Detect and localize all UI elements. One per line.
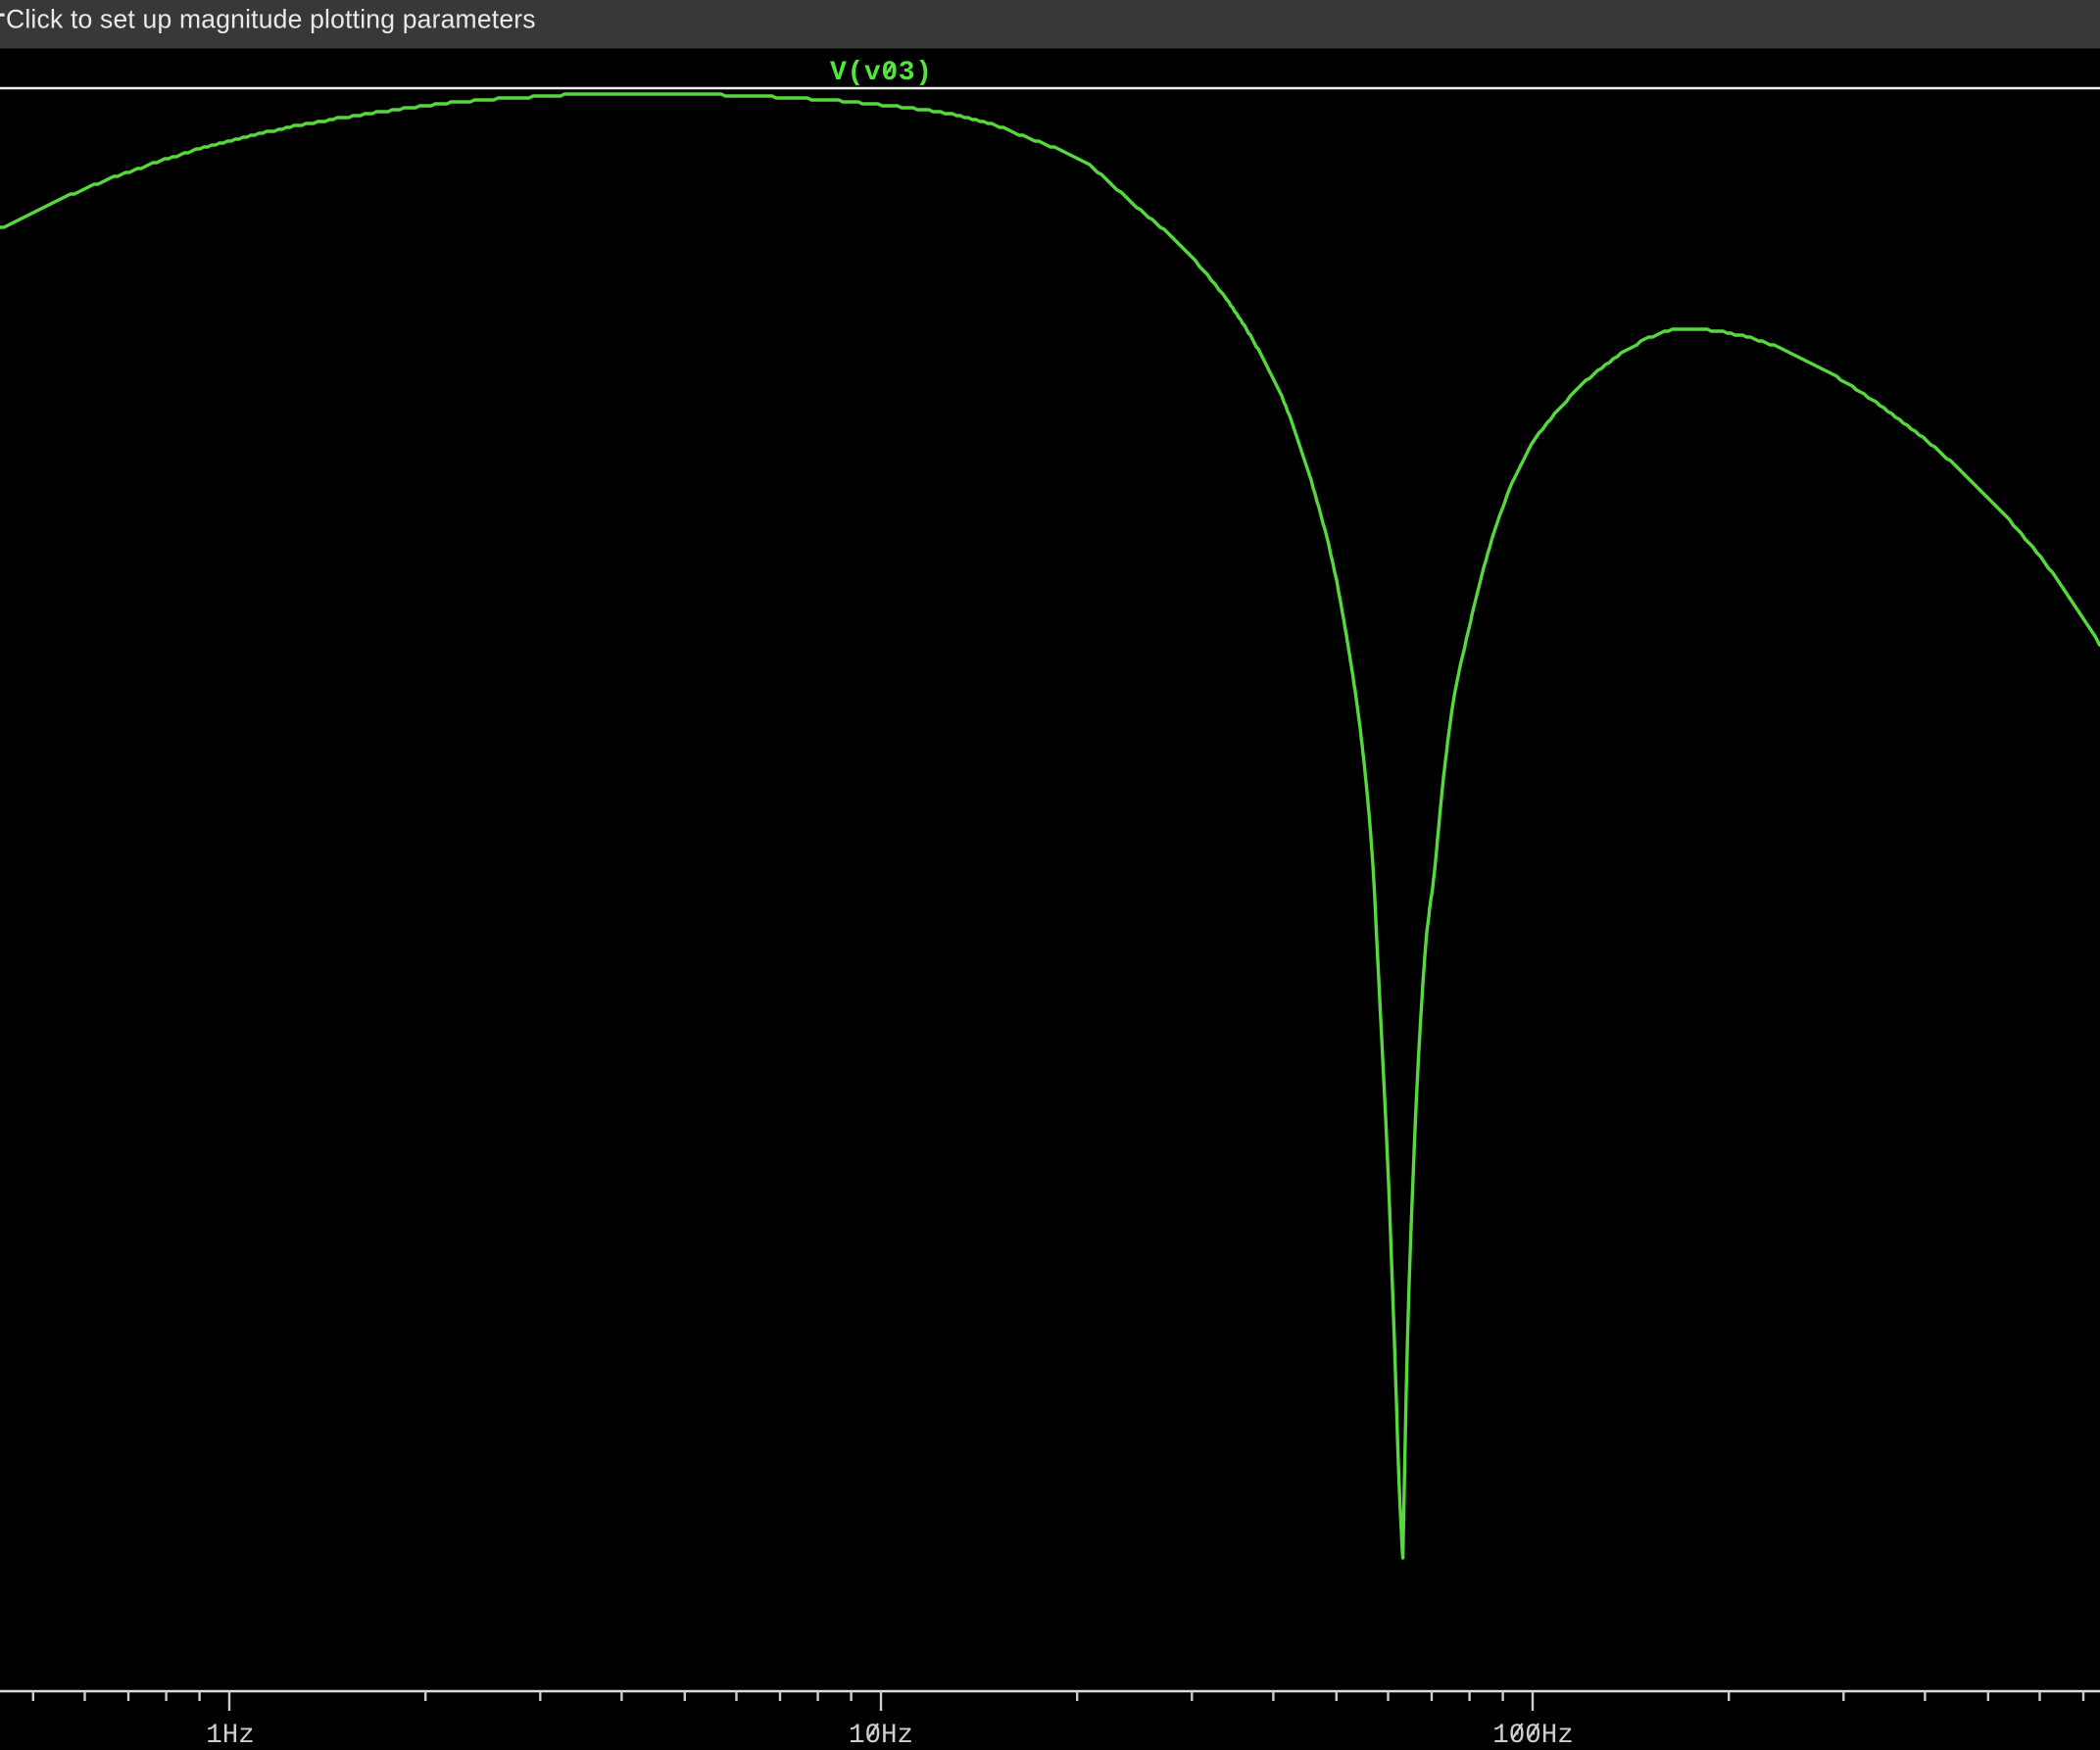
svg-text:1Hz: 1Hz	[206, 1721, 255, 1750]
svg-text:100Hz: 100Hz	[1492, 1721, 1574, 1750]
svg-text:10Hz: 10Hz	[849, 1721, 913, 1750]
svg-text:V(v03): V(v03)	[830, 58, 932, 88]
svg-text:Click to set up magnitude plot: Click to set up magnitude plotting param…	[6, 5, 536, 34]
